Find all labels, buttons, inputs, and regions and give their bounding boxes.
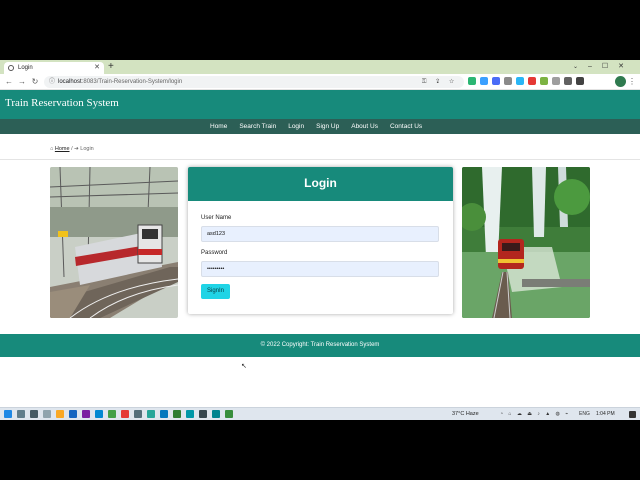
- tab-title: Login: [18, 65, 33, 71]
- home-icon: ⌂: [50, 146, 54, 152]
- app-icon[interactable]: [225, 410, 233, 418]
- search-icon[interactable]: [17, 410, 25, 418]
- screen: Login ✕ + ⌄ ‒☐✕ ← → ↻ ⓘ localhost:8083/T…: [0, 60, 640, 420]
- password-input[interactable]: •••••••••: [201, 261, 439, 277]
- address-bar[interactable]: ⓘ localhost:8083/Train-Reservation-Syste…: [44, 76, 464, 88]
- extension-icon[interactable]: [540, 77, 548, 85]
- profile-avatar[interactable]: [615, 76, 626, 87]
- app-icon[interactable]: [199, 410, 207, 418]
- app-icon[interactable]: [121, 410, 129, 418]
- taskbar-language[interactable]: ENG: [579, 408, 590, 420]
- login-title: Login: [304, 176, 337, 190]
- sidepanel-icon[interactable]: [576, 77, 584, 85]
- menu-icon[interactable]: ⋮: [628, 75, 636, 89]
- system-tray-icons[interactable]: ◔ ⌂ ☁ ⏏ ♪ ▲ ◍ ⌁: [500, 408, 570, 420]
- app-icon[interactable]: [43, 410, 51, 418]
- reload-icon[interactable]: ↻: [29, 75, 41, 89]
- app-icon[interactable]: [186, 410, 194, 418]
- os-taskbar: 37°C Haze ◔ ⌂ ☁ ⏏ ♪ ▲ ◍ ⌁ ENG 1:04 PM: [0, 407, 640, 420]
- mouse-cursor-icon: ↖: [241, 363, 247, 370]
- folder-icon[interactable]: [56, 410, 64, 418]
- site-footer: © 2022 Copyright: Train Reservation Syst…: [0, 334, 640, 357]
- signin-button[interactable]: SignIn: [201, 284, 230, 299]
- app-icon[interactable]: [69, 410, 77, 418]
- extension-icon[interactable]: [492, 77, 500, 85]
- site-title[interactable]: Train Reservation System: [5, 97, 119, 109]
- app-icon[interactable]: [173, 410, 181, 418]
- nav-search-train[interactable]: Search Train: [233, 119, 282, 134]
- taskbar-weather[interactable]: 37°C Haze: [452, 408, 479, 420]
- app-icon[interactable]: [82, 410, 90, 418]
- nav-sign-up[interactable]: Sign Up: [310, 119, 345, 134]
- app-icon[interactable]: [134, 410, 142, 418]
- extension-icon[interactable]: [516, 77, 524, 85]
- arrow-right-icon: ➔: [74, 146, 79, 152]
- address-host: localhost: [58, 79, 82, 85]
- puzzle-icon[interactable]: [564, 77, 572, 85]
- extension-icon[interactable]: [468, 77, 476, 85]
- username-label: User Name: [201, 215, 232, 221]
- web-page: Train Reservation System Home Search Tra…: [0, 90, 640, 407]
- breadcrumb: ⌂ Home / ➔ Login: [50, 146, 94, 152]
- info-icon[interactable]: ⓘ: [49, 76, 55, 88]
- taskbar-clock[interactable]: 1:04 PM: [596, 408, 615, 420]
- app-icon[interactable]: [212, 410, 220, 418]
- window-controls[interactable]: ‒☐✕: [588, 60, 634, 74]
- app-icon[interactable]: [160, 410, 168, 418]
- close-tab-icon[interactable]: ✕: [94, 62, 100, 74]
- nav-home[interactable]: Home: [204, 119, 233, 134]
- start-icon[interactable]: [4, 410, 12, 418]
- footer-copyright: © 2022 Copyright: Train Reservation Syst…: [260, 342, 380, 348]
- back-icon[interactable]: ←: [3, 75, 15, 89]
- breadcrumb-home[interactable]: Home: [55, 146, 70, 152]
- extensions-bar: [468, 77, 584, 87]
- camera-icon[interactable]: [504, 77, 512, 85]
- login-card: Login User Name asd123 Password ••••••••…: [188, 167, 453, 314]
- forward-icon[interactable]: →: [16, 75, 28, 89]
- username-input[interactable]: asd123: [201, 226, 439, 242]
- nav-login[interactable]: Login: [282, 119, 310, 134]
- new-tab-button[interactable]: +: [108, 61, 114, 73]
- address-path: :8083/Train-Reservation-System/login: [81, 79, 183, 85]
- browser-tab[interactable]: Login ✕: [4, 62, 104, 74]
- globe-icon: [8, 65, 14, 71]
- browser-tabstrip: Login ✕ + ⌄ ‒☐✕: [0, 60, 640, 74]
- divider: [0, 159, 640, 160]
- edge-icon[interactable]: [95, 410, 103, 418]
- password-label: Password: [201, 250, 228, 256]
- breadcrumb-current: Login: [80, 146, 94, 152]
- extension-icon[interactable]: [528, 77, 536, 85]
- address-actions-icon[interactable]: ⚿ ⇪ ☆: [422, 76, 458, 88]
- nav-about-us[interactable]: About Us: [345, 119, 384, 134]
- nav-contact-us[interactable]: Contact Us: [384, 119, 428, 134]
- taskbar-icons: [4, 410, 233, 418]
- app-icon[interactable]: [147, 410, 155, 418]
- extension-icon[interactable]: [480, 77, 488, 85]
- extension-icon[interactable]: [552, 77, 560, 85]
- chrome-icon[interactable]: [108, 410, 116, 418]
- browser-toolbar: ← → ↻ ⓘ localhost:8083/Train-Reservation…: [0, 74, 640, 90]
- notification-icon[interactable]: [629, 411, 636, 418]
- site-navbar: Home Search Train Login Sign Up About Us…: [0, 119, 640, 134]
- breadcrumb-separator: /: [71, 146, 73, 152]
- login-card-header: Login: [188, 167, 453, 201]
- tab-search-icon[interactable]: ⌄: [573, 60, 578, 74]
- site-header: Train Reservation System: [0, 90, 640, 119]
- train-photo-right: [462, 167, 590, 318]
- task-view-icon[interactable]: [30, 410, 38, 418]
- train-photo-left: [50, 167, 178, 318]
